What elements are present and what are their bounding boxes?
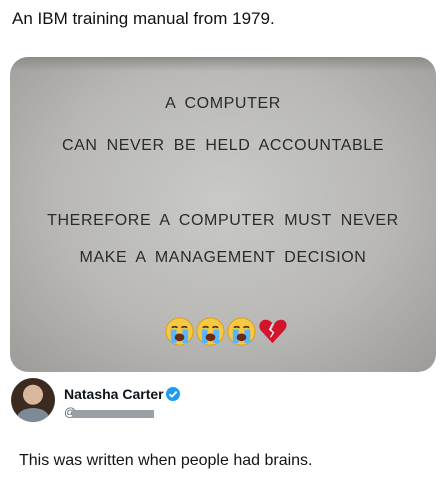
redacted-handle: [72, 410, 154, 418]
loudly-crying-face-icon: [227, 316, 256, 346]
broken-heart-icon: [259, 319, 287, 343]
photo-shadow-edge: [10, 57, 436, 71]
avatar-shirt: [17, 408, 49, 422]
manual-line-3: THEREFORE A COMPUTER MUST NEVER: [47, 212, 399, 229]
verified-badge-icon: [166, 387, 180, 401]
author-name[interactable]: Natasha Carter: [64, 386, 164, 402]
loudly-crying-face-icon: [165, 316, 194, 346]
emoji-row: [164, 315, 288, 347]
avatar[interactable]: [11, 378, 55, 422]
post-caption: An IBM training manual from 1979.: [12, 9, 275, 28]
manual-line-2: CAN NEVER BE HELD ACCOUNTABLE: [61, 137, 385, 154]
loudly-crying-face-icon: [196, 316, 225, 346]
manual-line-1: A COMPUTER: [165, 95, 281, 112]
manual-line-4: MAKE A MANAGEMENT DECISION: [79, 249, 367, 266]
reply-text: This was written when people had brains.: [19, 452, 313, 469]
manual-photo[interactable]: A COMPUTER CAN NEVER BE HELD ACCOUNTABLE…: [10, 57, 436, 372]
